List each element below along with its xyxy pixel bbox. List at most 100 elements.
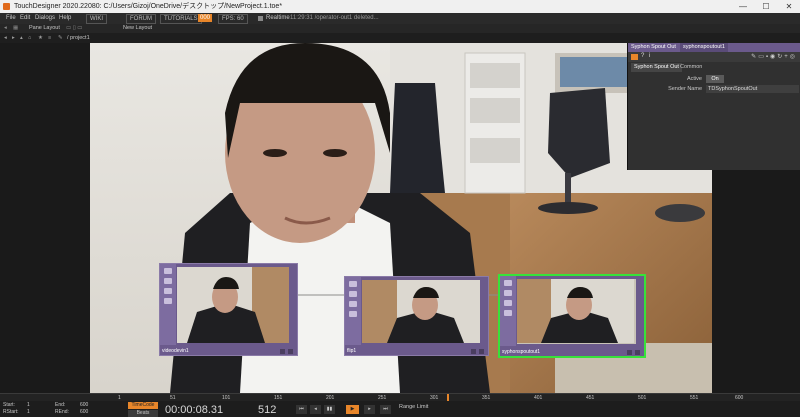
node-side-toolbar (160, 264, 176, 345)
menu-file[interactable]: File (6, 13, 16, 24)
node-viewer-thumbnail (362, 280, 480, 343)
forward-arrow-icon[interactable]: ▸ (12, 33, 15, 43)
frame-display[interactable]: 512 (258, 404, 276, 416)
minimize-button[interactable]: — (732, 0, 754, 13)
sender-name-label: Sender Name (668, 86, 702, 92)
node-display-flag[interactable] (627, 350, 632, 355)
node-bypass-icon[interactable] (164, 278, 172, 284)
node-render-flag[interactable] (288, 349, 293, 354)
window-title: TouchDesigner 2020.22080: C:/Users/Gizoj… (14, 3, 283, 10)
parameter-header: Syphon Spout Out syphonspoutout1 (628, 43, 800, 52)
node-display-flag[interactable] (471, 349, 476, 354)
home-icon[interactable]: ⌂ (28, 33, 31, 43)
node-info-icon[interactable] (504, 280, 512, 286)
fast-forward-button[interactable]: ⏭ (380, 405, 391, 414)
active-label: Active (687, 76, 702, 82)
node-render-flag[interactable] (635, 350, 640, 355)
node-label: videodevin1 (162, 348, 189, 354)
node-view-icon[interactable] (164, 298, 172, 304)
realtime-checkbox[interactable] (258, 16, 263, 21)
rstart-value[interactable]: 1 (27, 409, 30, 415)
node-info-icon[interactable] (349, 281, 357, 287)
node-info-icon[interactable] (164, 268, 172, 274)
timecode-button[interactable]: TimeCode (128, 402, 158, 409)
operator-type: Syphon Spout Out (631, 44, 676, 50)
path-breadcrumb[interactable]: / project1 (67, 33, 90, 43)
node-display-flag[interactable] (280, 349, 285, 354)
operator-node-videodevin1[interactable]: videodevin1 (159, 263, 298, 356)
play-button[interactable]: ▶ (346, 405, 359, 414)
beats-button[interactable]: Beats (128, 410, 158, 417)
list-icon[interactable]: ≡ (48, 33, 51, 43)
back-arrow-icon[interactable]: ◂ (4, 33, 7, 43)
app-logo-icon (3, 3, 10, 10)
edit-icon[interactable]: ✎ (58, 33, 63, 43)
start-value[interactable]: 1 (27, 402, 30, 408)
help-icon[interactable]: ? (641, 53, 644, 59)
tab-syphon-spout-out[interactable]: Syphon Spout Out (631, 63, 682, 72)
parameter-toolbar: ? i ✎▭▪◉↻+◎ (628, 52, 800, 62)
new-layout-button[interactable]: New Layout (123, 24, 152, 33)
node-label: flip1 (347, 348, 357, 354)
operator-name-field[interactable]: syphonspoutout1 (680, 43, 728, 52)
tab-common[interactable]: Common (680, 63, 702, 72)
pause-button[interactable]: ▮▮ (324, 405, 335, 414)
active-toggle[interactable]: On (706, 75, 724, 83)
menu-bar: File Edit Dialogs Help WIKI FORUM TUTORI… (0, 13, 800, 24)
sender-name-field[interactable]: TDSyphonSpoutOut (706, 85, 799, 93)
node-viewer-thumbnail (177, 267, 289, 343)
pane-layout-label[interactable]: Pane Layout (29, 24, 60, 33)
up-arrow-icon[interactable]: ▴ (20, 33, 23, 43)
rend-label: REnd: (55, 409, 69, 415)
wiki-button[interactable]: WIKI (86, 14, 107, 24)
node-viewer[interactable] (517, 279, 636, 344)
menu-dialogs[interactable]: Dialogs (35, 13, 55, 24)
tutorials-button[interactable]: TUTORIALS (160, 14, 202, 24)
fps-readout: FPS: 60 (218, 14, 248, 24)
operator-node-syphonspoutout1[interactable]: syphonspoutout1 (498, 274, 646, 358)
node-lock-icon[interactable] (349, 301, 357, 307)
menu-help[interactable]: Help (59, 13, 71, 24)
pane-bar: ◂ ▦ Pane Layout ▭ ▯ ▭ New Layout (0, 24, 800, 33)
end-label: End: (55, 402, 66, 408)
node-label: syphonspoutout1 (502, 349, 541, 355)
bookmark-icon[interactable]: ★ (38, 33, 43, 43)
error-badge[interactable]: 000 (198, 14, 213, 22)
operator-icon (631, 54, 638, 60)
node-viewer[interactable] (362, 280, 480, 343)
info-icon[interactable]: i (649, 53, 650, 59)
rend-value[interactable]: 600 (80, 409, 88, 415)
node-view-icon[interactable] (504, 310, 512, 316)
parameter-action-icons[interactable]: ✎▭▪◉↻+◎ (751, 53, 797, 60)
rstart-label: RStart: (3, 409, 19, 415)
pane-grid-icon[interactable]: ▦ (13, 24, 18, 33)
node-viewer[interactable] (177, 267, 289, 343)
node-side-toolbar (500, 276, 516, 346)
node-viewer-thumbnail (517, 279, 634, 343)
node-bypass-icon[interactable] (504, 290, 512, 296)
node-view-icon[interactable] (349, 311, 357, 317)
node-render-flag[interactable] (479, 349, 484, 354)
status-message: 11:29:31 /operator-out1 deleted... (290, 15, 379, 21)
parameter-tabs: Syphon Spout Out Common (628, 63, 800, 72)
end-value[interactable]: 600 (80, 402, 88, 408)
node-bypass-icon[interactable] (349, 291, 357, 297)
realtime-label: Realtime (266, 15, 290, 21)
close-button[interactable]: ✕ (778, 0, 800, 13)
pane-layout-icons[interactable]: ▭ ▯ ▭ (66, 24, 82, 33)
parameter-panel: Syphon Spout Out syphonspoutout1 ? i ✎▭▪… (627, 43, 800, 170)
start-label: Start: (3, 402, 15, 408)
maximize-button[interactable]: ☐ (755, 0, 777, 13)
rewind-button[interactable]: ⏮ (296, 405, 307, 414)
node-lock-icon[interactable] (504, 300, 512, 306)
step-forward-button[interactable]: ▸ (364, 405, 375, 414)
step-back-button[interactable]: ◂ (310, 405, 321, 414)
operator-node-flip1[interactable]: flip1 (344, 276, 489, 356)
forum-button[interactable]: FORUM (126, 14, 156, 24)
menu-edit[interactable]: Edit (20, 13, 30, 24)
range-limit-label[interactable]: Range Limit (399, 404, 428, 410)
pane-left-arrow-icon[interactable]: ◂ (4, 24, 7, 33)
node-lock-icon[interactable] (164, 288, 172, 294)
timecode-display[interactable]: 00:00:08.31 (165, 404, 223, 416)
node-side-toolbar (345, 277, 361, 345)
